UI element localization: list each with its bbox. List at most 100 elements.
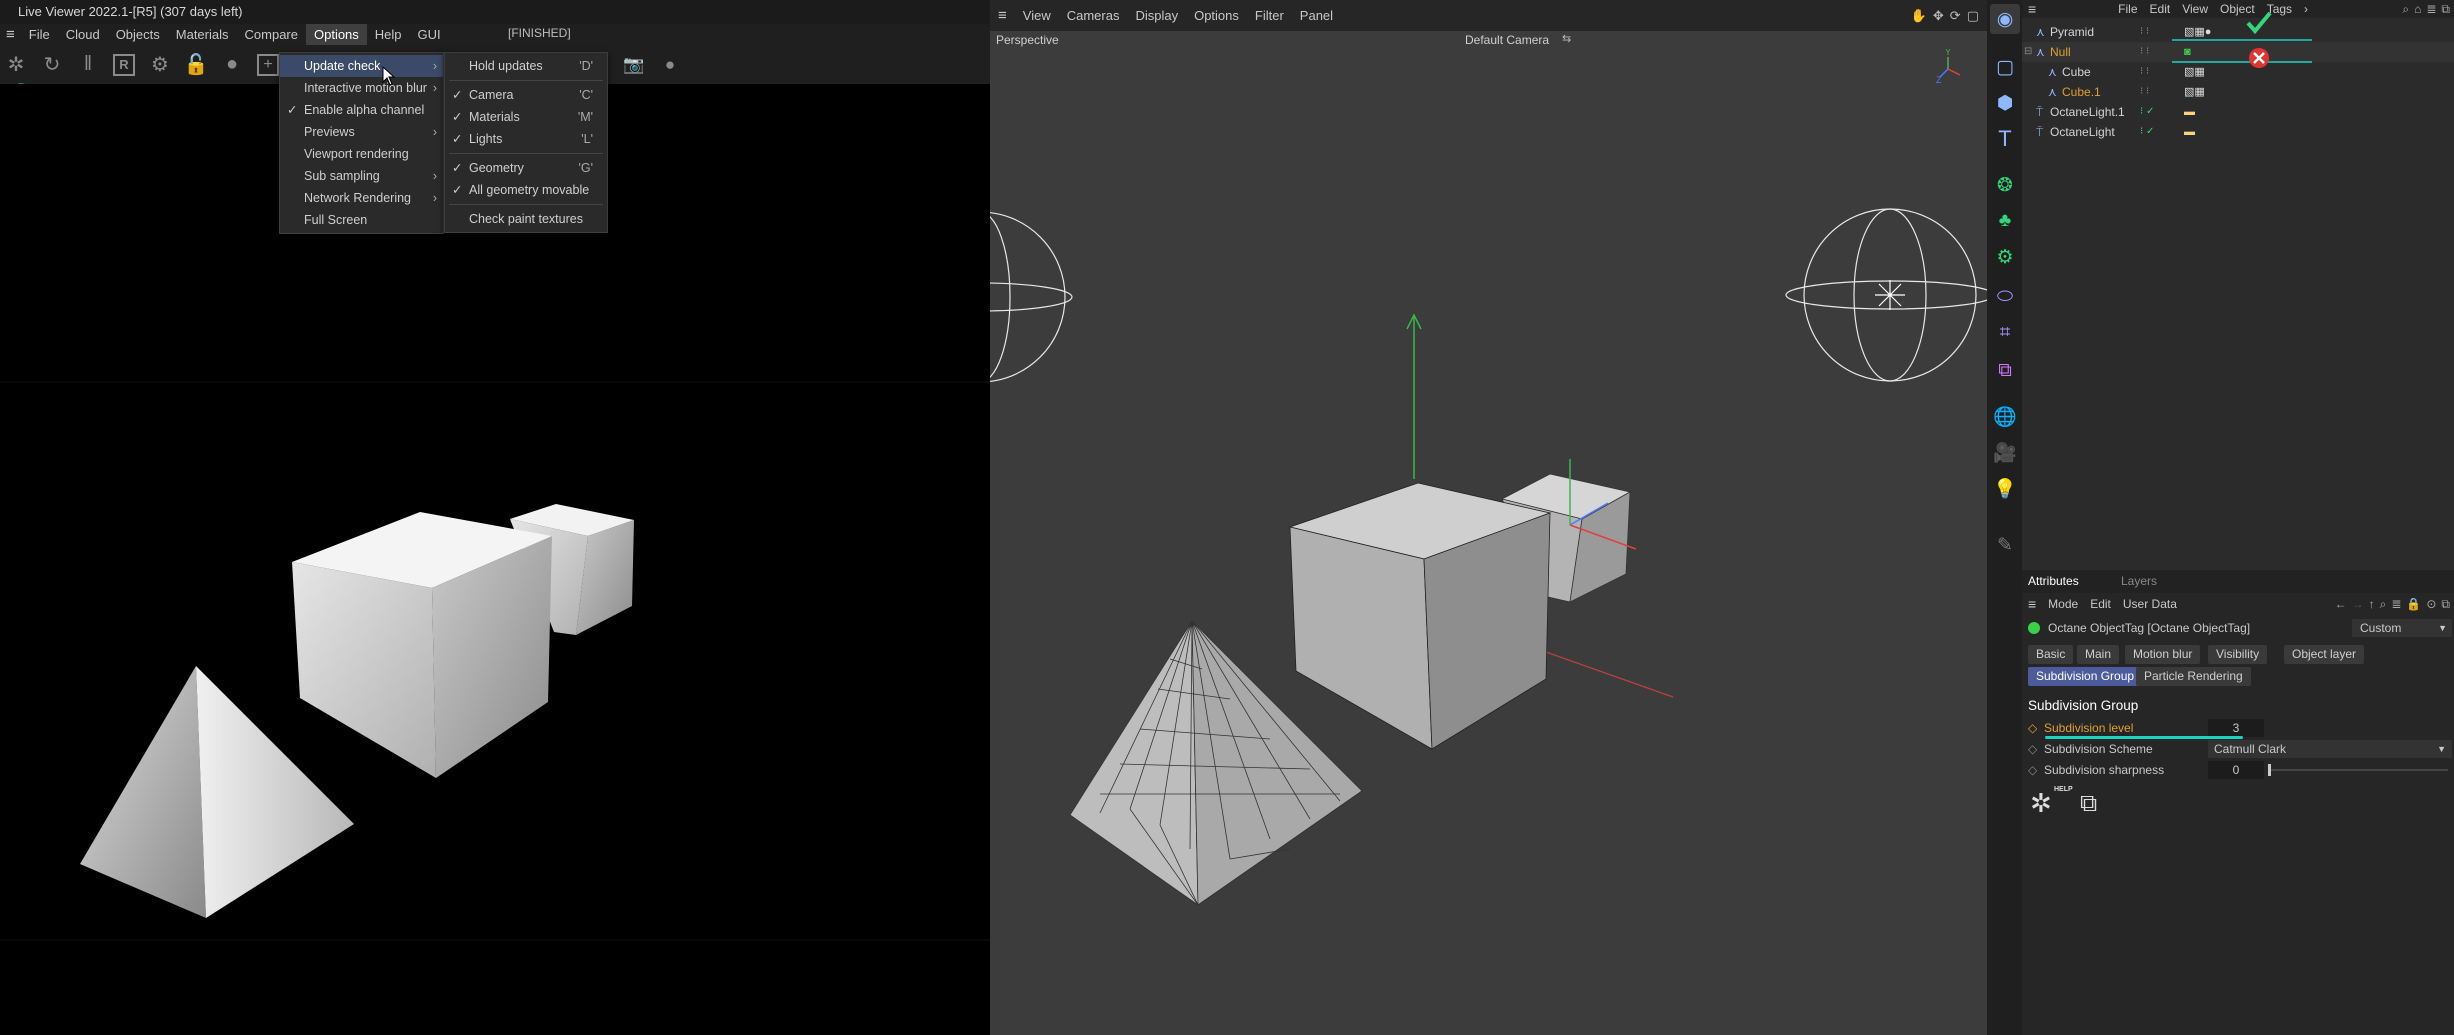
maximize-view-icon[interactable]: ▢ bbox=[1967, 8, 1979, 24]
menu-filter[interactable]: Filter bbox=[1247, 8, 1292, 23]
menu-edit[interactable]: Edit bbox=[2084, 597, 2117, 611]
tab-attributes[interactable]: Attributes bbox=[2028, 574, 2079, 588]
generator-icon[interactable]: ❂ bbox=[1990, 170, 2020, 200]
hamburger-icon[interactable]: ≡ bbox=[0, 24, 21, 45]
options-menu-item[interactable]: Viewport rendering bbox=[280, 143, 443, 165]
menu-materials[interactable]: Materials bbox=[168, 24, 237, 45]
menu-gui[interactable]: GUI bbox=[410, 24, 449, 45]
lock-icon[interactable]: 🔓 bbox=[182, 51, 210, 79]
slider-handle[interactable] bbox=[2268, 764, 2271, 776]
update-check-menu-item[interactable]: Check paint textures bbox=[445, 208, 607, 230]
group-tab[interactable]: Basic bbox=[2028, 645, 2074, 664]
group-tab[interactable]: Visibility bbox=[2208, 645, 2268, 664]
cube-outline-icon[interactable]: ▢ bbox=[1990, 52, 2020, 82]
cube-icon[interactable]: ⬢ bbox=[1990, 88, 2020, 118]
tab-layers[interactable]: Layers bbox=[2121, 574, 2157, 588]
menu-cloud[interactable]: Cloud bbox=[58, 24, 108, 45]
viewport-scene[interactable]: Y Z bbox=[990, 49, 1987, 1035]
parameter-value[interactable]: 3 bbox=[2208, 719, 2264, 737]
visibility-toggle-icon[interactable]: ⁝ ✓ bbox=[2140, 102, 2154, 122]
octane-light-gizmo-left[interactable] bbox=[990, 211, 1073, 383]
back-arrow-icon[interactable]: ← bbox=[2335, 597, 2347, 612]
camera-name[interactable]: Default Camera bbox=[1465, 33, 1549, 47]
hamburger-icon[interactable]: ≡ bbox=[990, 7, 1015, 24]
big-cube-left[interactable] bbox=[1289, 526, 1433, 750]
material-ball-icon[interactable]: ● bbox=[218, 51, 246, 79]
menu-mode[interactable]: Mode bbox=[2042, 597, 2084, 611]
menu-options[interactable]: Options bbox=[305, 24, 367, 45]
update-check-menu-item[interactable]: ✓ All geometry movable bbox=[445, 179, 607, 201]
options-menu-item[interactable]: Previews › bbox=[280, 121, 443, 143]
update-check-menu-item[interactable]: Hold updates 'D' bbox=[445, 55, 607, 77]
preset-dropdown[interactable]: Custom ▼ bbox=[2352, 619, 2452, 637]
group-tab[interactable]: Main bbox=[2077, 645, 2120, 664]
filter-icon[interactable]: ≣ bbox=[2391, 597, 2401, 612]
menu-compare[interactable]: Compare bbox=[237, 24, 306, 45]
visibility-toggle-icon[interactable]: ⁝ ✓ bbox=[2140, 122, 2154, 142]
menu-panel[interactable]: Panel bbox=[1292, 8, 1341, 23]
parameter-value[interactable]: Catmull Clark bbox=[2208, 740, 2452, 758]
up-arrow-icon[interactable]: ↑ bbox=[2369, 597, 2375, 612]
lock-icon[interactable]: 🔒 bbox=[2406, 597, 2421, 612]
spline-deform-icon[interactable]: ⌗ bbox=[1990, 318, 2020, 348]
group-tab[interactable]: Motion blur bbox=[2125, 645, 2201, 664]
keyframe-diamond-icon[interactable]: ◇ bbox=[2028, 739, 2037, 759]
add-icon[interactable]: + bbox=[254, 51, 282, 79]
restart-render-icon[interactable]: ↻ bbox=[38, 51, 66, 79]
deformer-icon[interactable]: ⬭ bbox=[1990, 282, 2020, 312]
field-icon[interactable]: ⧉ bbox=[1990, 356, 2020, 386]
environment-globe-icon[interactable]: 🌐 bbox=[1990, 402, 2020, 432]
keyframe-diamond-icon[interactable]: ◇ bbox=[2028, 760, 2037, 780]
octane-light-gizmo-right[interactable] bbox=[1785, 208, 1987, 382]
rotate-view-icon[interactable]: ⟳ bbox=[1950, 8, 1961, 24]
snapshot-camera-icon[interactable]: 📷 bbox=[620, 51, 648, 79]
octane-logo-icon[interactable]: ✲ bbox=[2, 51, 30, 79]
menu-user-data[interactable]: User Data bbox=[2117, 597, 2183, 611]
menu-file[interactable]: File bbox=[21, 24, 58, 45]
options-menu-item[interactable]: Update check › bbox=[280, 55, 443, 77]
options-menu-item[interactable]: ✓ Enable alpha channel bbox=[280, 99, 443, 121]
camera-object-icon[interactable]: 🎥 bbox=[1990, 438, 2020, 468]
camera-link-icon[interactable]: ⇆ bbox=[1562, 32, 1571, 45]
settings-icon[interactable]: ⊙ bbox=[2426, 597, 2436, 612]
object-row[interactable]: ⍑ OctaneLight.1 ⁝ ✓ ▬ bbox=[2022, 102, 2454, 122]
menu-display[interactable]: Display bbox=[1127, 8, 1186, 23]
menu-view[interactable]: View bbox=[1015, 8, 1059, 23]
update-check-menu-item[interactable]: ✓ Materials 'M' bbox=[445, 106, 607, 128]
octane-help-icon[interactable]: ✲ HELP bbox=[2030, 786, 2073, 819]
menu-options[interactable]: Options bbox=[1186, 8, 1247, 23]
settings-gear-icon[interactable]: ⚙ bbox=[146, 51, 174, 79]
object-tags-icon[interactable]: ▬ bbox=[2184, 102, 2195, 122]
effector-gear-icon[interactable]: ⚙ bbox=[1990, 242, 2020, 272]
move-view-icon[interactable]: ✥ bbox=[1933, 8, 1944, 24]
update-check-menu-item[interactable]: ✓ Lights 'L' bbox=[445, 128, 607, 150]
octane-live-viewer-icon[interactable]: ◉ bbox=[1990, 4, 2020, 34]
object-row[interactable]: ⍑ OctaneLight ⁝ ✓ ▬ bbox=[2022, 122, 2454, 142]
options-menu-item[interactable]: Full Screen bbox=[280, 209, 443, 231]
cloner-icon[interactable]: ♣ bbox=[1990, 206, 2020, 236]
node-editor-icon[interactable]: ⧉ bbox=[2080, 790, 2097, 818]
search-icon[interactable]: ⌕ bbox=[2380, 597, 2387, 612]
pan-hand-icon[interactable]: ✋ bbox=[1911, 8, 1927, 24]
region-render-icon[interactable]: R bbox=[110, 51, 138, 79]
options-menu-item[interactable]: Sub sampling › bbox=[280, 165, 443, 187]
update-check-menu-item[interactable]: ✓ Geometry 'G' bbox=[445, 157, 607, 179]
text-tool-icon[interactable]: T bbox=[1990, 124, 2020, 154]
sharpness-slider[interactable] bbox=[2268, 764, 2448, 776]
group-tab[interactable]: Particle Rendering bbox=[2136, 667, 2251, 686]
menu-help[interactable]: Help bbox=[367, 24, 410, 45]
record-icon[interactable]: ● bbox=[656, 51, 684, 79]
group-tab[interactable]: Subdivision Group bbox=[2028, 667, 2143, 686]
object-name[interactable]: OctaneLight.1 bbox=[2050, 102, 2125, 122]
options-menu-item[interactable]: Network Rendering › bbox=[280, 187, 443, 209]
keyframe-diamond-icon[interactable]: ◇ bbox=[2028, 718, 2037, 738]
new-window-icon[interactable]: ⧉ bbox=[2441, 597, 2450, 612]
options-menu-item[interactable]: Interactive motion blur › bbox=[280, 77, 443, 99]
edit-pen-icon[interactable]: ✎ bbox=[1990, 530, 2020, 560]
object-name[interactable]: OctaneLight bbox=[2050, 122, 2115, 142]
hamburger-icon[interactable]: ≡ bbox=[2022, 596, 2042, 612]
parameter-value[interactable]: 0 bbox=[2208, 761, 2264, 779]
update-check-menu-item[interactable]: ✓ Camera 'C' bbox=[445, 84, 607, 106]
pause-icon[interactable]: ‖ bbox=[74, 51, 102, 79]
object-tags-icon[interactable]: ▬ bbox=[2184, 122, 2195, 142]
